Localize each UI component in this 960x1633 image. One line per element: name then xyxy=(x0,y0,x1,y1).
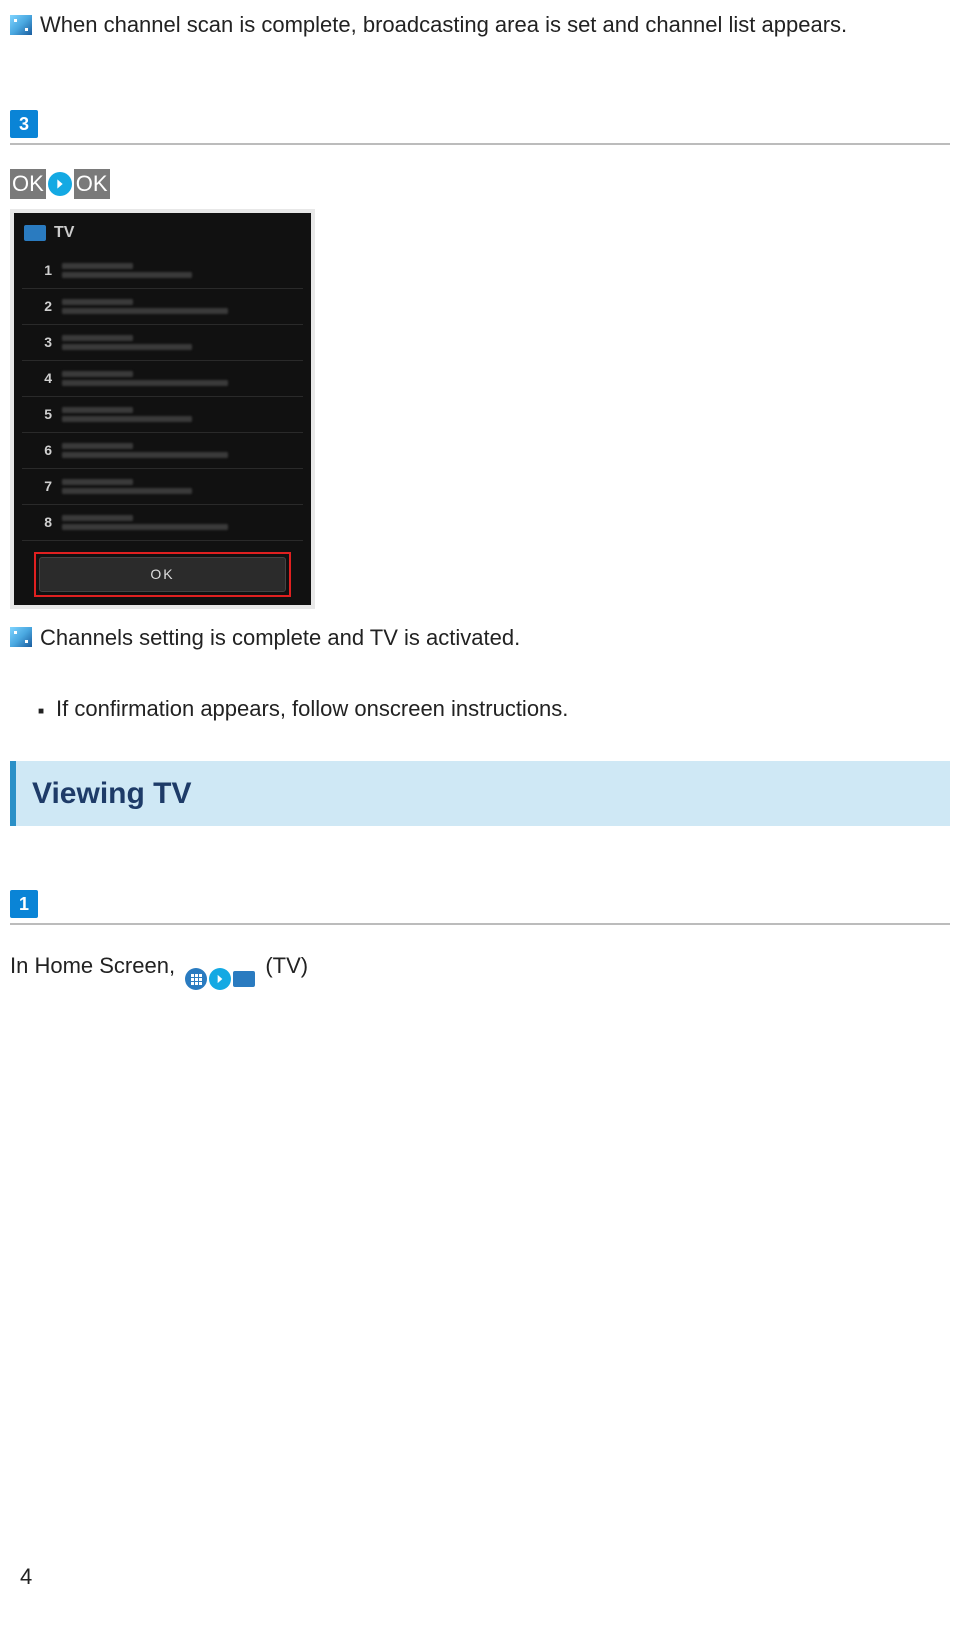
channel-row[interactable]: 8 xyxy=(22,505,303,541)
arrow-right-icon xyxy=(48,172,72,196)
page-number: 4 xyxy=(20,1560,32,1593)
channel-label-blur xyxy=(62,371,299,386)
channel-label-blur xyxy=(62,479,299,494)
channel-label-blur xyxy=(62,515,299,530)
channel-row[interactable]: 7 xyxy=(22,469,303,505)
channel-number: 7 xyxy=(26,476,52,497)
channel-label-blur xyxy=(62,407,299,422)
section-heading: Viewing TV xyxy=(10,761,950,826)
result-icon xyxy=(10,627,32,647)
channel-row[interactable]: 1 xyxy=(22,253,303,289)
scan-complete-text: When channel scan is complete, broadcast… xyxy=(40,8,847,41)
channel-label-blur xyxy=(62,443,299,458)
channel-list: 1 2 3 4 5 6 7 8 xyxy=(14,253,311,541)
channel-row[interactable]: 5 xyxy=(22,397,303,433)
step-1-instruction: In Home Screen, (TV) xyxy=(10,949,950,991)
phone-title: TV xyxy=(54,221,74,245)
channel-number: 1 xyxy=(26,260,52,281)
step-1-rule xyxy=(10,923,950,925)
home-flow-icons xyxy=(185,968,255,990)
ok-sequence: OK OK xyxy=(10,169,950,199)
apps-icon xyxy=(185,968,207,990)
step-1-badge: 1 xyxy=(10,890,38,918)
result-icon xyxy=(10,15,32,35)
step-1-suffix: (TV) xyxy=(265,953,308,978)
ok-label-2: OK xyxy=(74,169,110,199)
channel-number: 3 xyxy=(26,332,52,353)
phone-ok-button[interactable]: OK xyxy=(39,557,286,592)
step-3-rule xyxy=(10,143,950,145)
section-heading-text: Viewing TV xyxy=(32,771,934,816)
note-item: If confirmation appears, follow onscreen… xyxy=(38,692,950,725)
tv-app-icon xyxy=(233,971,255,987)
step-3-marker: 3 xyxy=(10,106,950,139)
channel-label-blur xyxy=(62,263,299,278)
channel-row[interactable]: 6 xyxy=(22,433,303,469)
channel-number: 6 xyxy=(26,440,52,461)
phone-header: TV xyxy=(14,213,311,253)
channel-row[interactable]: 3 xyxy=(22,325,303,361)
step-1-marker: 1 xyxy=(10,886,950,919)
scan-complete-line: When channel scan is complete, broadcast… xyxy=(10,8,950,41)
tv-icon xyxy=(24,225,46,241)
channels-complete-line: Channels setting is complete and TV is a… xyxy=(10,621,950,654)
channels-complete-text: Channels setting is complete and TV is a… xyxy=(40,621,520,654)
step-1-prefix: In Home Screen, xyxy=(10,953,181,978)
channel-label-blur xyxy=(62,335,299,350)
ok-label-1: OK xyxy=(10,169,46,199)
arrow-right-icon xyxy=(209,968,231,990)
channel-label-blur xyxy=(62,299,299,314)
channel-number: 4 xyxy=(26,368,52,389)
channel-row[interactable]: 2 xyxy=(22,289,303,325)
channel-number: 5 xyxy=(26,404,52,425)
channel-number: 2 xyxy=(26,296,52,317)
note-list: If confirmation appears, follow onscreen… xyxy=(38,692,950,725)
phone-screenshot: TV 1 2 3 4 5 6 7 8 OK xyxy=(10,209,315,609)
channel-row[interactable]: 4 xyxy=(22,361,303,397)
phone-ok-highlight: OK xyxy=(34,552,291,597)
channel-number: 8 xyxy=(26,512,52,533)
step-3-badge: 3 xyxy=(10,110,38,138)
